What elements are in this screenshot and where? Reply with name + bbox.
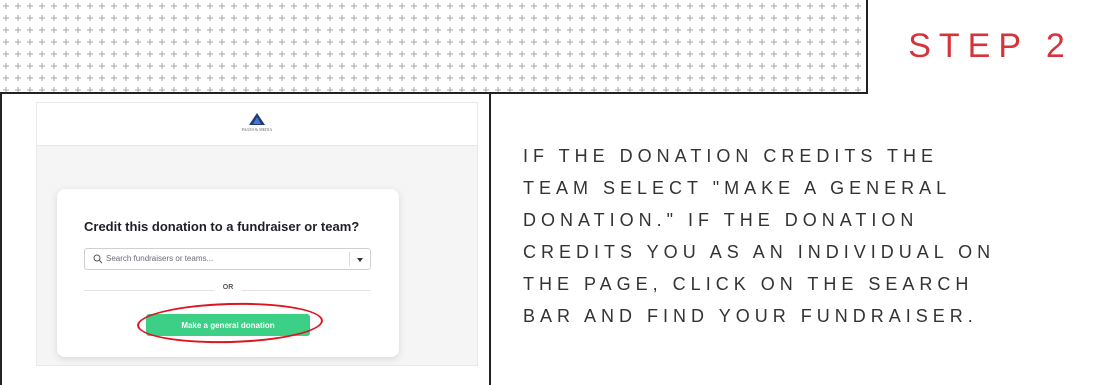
or-label: OR <box>214 284 242 291</box>
instructions-text: IF THE DONATION CREDITS THE TEAM SELECT … <box>523 146 996 326</box>
donation-form-screenshot: PAGES & MEDIA Credit this donation to a … <box>36 102 478 366</box>
logo-text: PAGES & MEDIA <box>241 127 273 132</box>
plus-pattern <box>0 0 867 93</box>
grid-divider-vertical-middle <box>489 93 491 385</box>
grid-divider-horizontal <box>0 92 867 94</box>
search-icon <box>93 254 103 264</box>
fundraiser-search-input[interactable]: Search fundraisers or teams... <box>84 248 371 270</box>
step-title: STEP 2 <box>908 27 1073 65</box>
dotted-pattern-banner <box>0 0 867 93</box>
logo-house-inner-icon <box>253 117 261 124</box>
site-header: PAGES & MEDIA <box>37 103 477 146</box>
search-placeholder: Search fundraisers or teams... <box>106 254 214 263</box>
site-logo: PAGES & MEDIA <box>237 113 277 135</box>
card-title: Credit this donation to a fundraiser or … <box>84 219 360 234</box>
search-divider <box>349 252 350 266</box>
grid-divider-left <box>0 93 2 385</box>
chevron-down-icon[interactable] <box>357 258 363 262</box>
